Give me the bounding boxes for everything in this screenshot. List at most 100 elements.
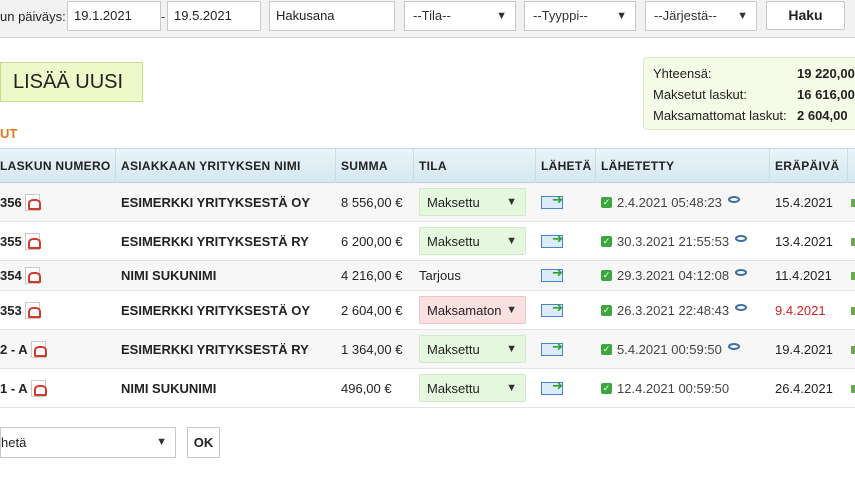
chevron-down-icon: ▼ <box>506 343 517 355</box>
header-sent[interactable]: LÄHETETTY <box>596 149 770 184</box>
table-row: 2 - A ESIMERKKI YRITYKSESTÄ RY 1 364,00 … <box>0 330 855 369</box>
eye-icon[interactable] <box>727 342 740 350</box>
ok-button[interactable]: OK <box>187 427 220 458</box>
unpaid-value: 2 604,00 <box>797 108 848 123</box>
due-date-overdue: 9.4.2021 <box>775 302 826 318</box>
status-cell: Maksettu ▼ <box>414 369 536 407</box>
send-email-icon[interactable] <box>541 378 563 395</box>
invoice-number: 2 - A <box>0 330 116 368</box>
company-name: ESIMERKKI YRITYKSESTÄ RY <box>121 341 309 357</box>
unpaid-label: Maksamattomat laskut: <box>653 108 787 123</box>
sent-cell: ✓ 30.3.2021 21:55:53 <box>596 222 770 260</box>
status-text: Tarjous <box>419 268 461 283</box>
send-email-icon[interactable] <box>541 265 563 282</box>
row-indicator <box>851 385 855 393</box>
pdf-icon[interactable] <box>24 232 41 250</box>
check-icon: ✓ <box>601 343 612 355</box>
type-filter-select[interactable]: --Tyyppi-- ▼ <box>524 1 636 31</box>
total-row: Yhteensä: 19 220,00 <box>653 66 855 87</box>
invoice-sum: 2 604,00 € <box>341 302 403 318</box>
due-date: 15.4.2021 <box>775 194 833 210</box>
chevron-down-icon: ▼ <box>737 10 748 22</box>
date-from-input[interactable]: 19.1.2021 <box>67 1 161 31</box>
invoice-number: 356 <box>0 183 116 221</box>
eye-icon[interactable] <box>735 269 748 276</box>
row-indicator <box>851 307 855 315</box>
status-cell: Maksettu ▼ <box>414 183 536 221</box>
invoice-sum: 6 200,00 € <box>341 233 403 249</box>
eye-icon[interactable] <box>735 234 748 242</box>
send-cell <box>536 369 596 407</box>
pdf-icon[interactable] <box>30 340 47 358</box>
paid-label: Maksetut laskut: <box>653 87 747 102</box>
type-filter-value: --Tyyppi-- <box>533 8 588 23</box>
table-row: 356 ESIMERKKI YRITYKSESTÄ OY 8 556,00 € … <box>0 183 855 222</box>
header-status[interactable]: TILA <box>414 149 536 184</box>
send-cell <box>536 261 596 290</box>
invoice-number-text: 1 - A <box>0 380 28 396</box>
status-select[interactable]: Maksettu ▼ <box>419 188 526 216</box>
bulk-action-select[interactable]: hetä ▼ <box>0 427 176 458</box>
invoice-number: 355 <box>0 222 116 260</box>
status-select[interactable]: Maksamaton ▼ <box>419 296 526 324</box>
status-cell: Maksamaton ▼ <box>414 291 536 329</box>
header-due[interactable]: ERÄPÄIVÄ <box>770 149 848 184</box>
chevron-down-icon: ▼ <box>506 304 517 316</box>
sent-cell: ✓ 12.4.2021 00:59:50 <box>596 369 770 407</box>
invoice-sum: 8 556,00 € <box>341 194 403 210</box>
status-select[interactable]: Maksettu ▼ <box>419 227 526 255</box>
date-to-input[interactable]: 19.5.2021 <box>167 1 261 31</box>
sent-cell: ✓ 26.3.2021 22:48:43 <box>596 291 770 329</box>
eye-icon[interactable] <box>735 303 748 311</box>
add-new-button[interactable]: LISÄÄ UUSI <box>0 62 143 102</box>
pdf-icon[interactable] <box>30 379 47 397</box>
status-select[interactable]: Maksettu ▼ <box>419 374 526 402</box>
company-name: NIMI SUKUNIMI <box>121 268 217 283</box>
send-email-icon[interactable] <box>541 192 563 209</box>
invoice-number: 354 <box>0 261 116 290</box>
due-date: 11.4.2021 <box>775 268 832 283</box>
check-icon: ✓ <box>601 196 612 208</box>
eye-icon[interactable] <box>727 195 740 203</box>
sort-select-value: --Järjestä-- <box>654 8 717 23</box>
pdf-icon[interactable] <box>24 193 41 211</box>
check-icon: ✓ <box>601 270 612 281</box>
row-indicator <box>851 272 855 280</box>
header-number[interactable]: LASKUN NUMERO <box>0 149 116 184</box>
invoice-sum: 4 216,00 € <box>341 268 403 283</box>
search-button[interactable]: Haku <box>766 1 845 30</box>
status-value: Maksettu <box>427 380 480 396</box>
sent-timestamp: 5.4.2021 00:59:50 <box>617 341 722 357</box>
table-row: 355 ESIMERKKI YRITYKSESTÄ RY 6 200,00 € … <box>0 222 855 261</box>
paid-row: Maksetut laskut: 16 616,00 <box>653 87 855 108</box>
search-input[interactable]: Hakusana <box>269 1 395 31</box>
chevron-down-icon: ▼ <box>506 196 517 208</box>
row-indicator <box>851 238 855 246</box>
status-filter-select[interactable]: --Tila-- ▼ <box>404 1 516 31</box>
invoice-number-text: 353 <box>0 302 22 318</box>
row-indicator <box>851 346 855 354</box>
sent-timestamp: 2.4.2021 05:48:23 <box>617 194 722 210</box>
check-icon: ✓ <box>601 304 612 316</box>
pdf-icon[interactable] <box>24 301 41 319</box>
invoice-number-text: 356 <box>0 194 22 210</box>
company-name: ESIMERKKI YRITYKSESTÄ OY <box>121 194 311 210</box>
total-label: Yhteensä: <box>653 66 712 81</box>
send-cell <box>536 291 596 329</box>
header-company[interactable]: ASIAKKAAN YRITYKSEN NIMI <box>116 149 336 184</box>
sent-cell: ✓ 5.4.2021 00:59:50 <box>596 330 770 368</box>
header-more <box>848 149 855 184</box>
status-value: Maksamaton <box>427 302 502 318</box>
send-email-icon[interactable] <box>541 339 563 356</box>
status-cell: Tarjous <box>414 261 536 290</box>
header-sum[interactable]: SUMMA <box>336 149 414 184</box>
status-select[interactable]: Maksettu ▼ <box>419 335 526 363</box>
table-row: 354 NIMI SUKUNIMI 4 216,00 € Tarjous ✓ 2… <box>0 261 855 291</box>
status-filter-value: --Tila-- <box>413 8 451 23</box>
send-email-icon[interactable] <box>541 300 563 317</box>
pdf-icon[interactable] <box>24 267 41 284</box>
send-email-icon[interactable] <box>541 231 563 248</box>
section-label: UT <box>0 126 18 141</box>
sent-cell: ✓ 2.4.2021 05:48:23 <box>596 183 770 221</box>
sort-select[interactable]: --Järjestä-- ▼ <box>645 1 757 31</box>
